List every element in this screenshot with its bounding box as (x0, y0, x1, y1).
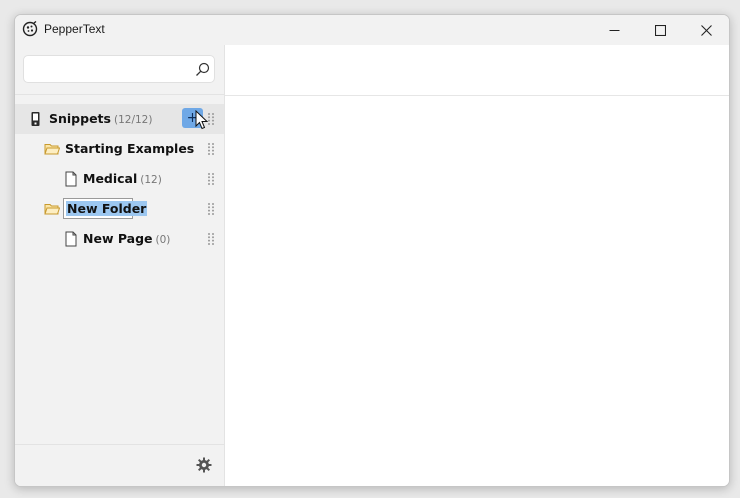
maximize-button[interactable] (637, 15, 683, 45)
tree-item-label: Medical (83, 171, 138, 186)
page-icon (65, 231, 77, 247)
search-icon[interactable] (195, 62, 210, 77)
drag-handle-icon[interactable] (207, 142, 215, 156)
tree-item-starting-examples[interactable]: Starting Examples (15, 134, 224, 164)
title-bar[interactable]: PepperText (15, 15, 729, 45)
search-box[interactable] (23, 55, 215, 83)
sidebar: Snippets (12/12) + Starting Examples Med… (15, 45, 225, 486)
tree-item-medical[interactable]: Medical (12) (15, 164, 224, 194)
mouse-cursor-icon (195, 110, 209, 130)
tree-item-label: Starting Examples (65, 141, 195, 156)
tree-item-new-page[interactable]: New Page (0) (15, 224, 224, 254)
drag-handle-icon[interactable] (207, 172, 215, 186)
page-icon (65, 171, 77, 187)
rename-input-value: New Folder (66, 201, 148, 216)
app-window: PepperText Snippets (12/12) + Starting E… (14, 14, 730, 487)
minimize-button[interactable] (591, 15, 637, 45)
app-title: PepperText (44, 22, 105, 36)
rename-input[interactable]: New Folder (63, 198, 148, 219)
close-button[interactable] (683, 15, 729, 45)
editor-header (225, 45, 729, 96)
gear-icon[interactable] (196, 457, 212, 473)
sidebar-separator (15, 94, 224, 95)
close-icon (700, 24, 712, 36)
tree-item-label: New Page (83, 231, 153, 246)
drag-handle-icon[interactable] (207, 202, 215, 216)
search-input[interactable] (30, 60, 194, 80)
tree-item-snippets[interactable]: Snippets (12/12) + (15, 104, 224, 134)
tree-item-label: Snippets (49, 111, 111, 126)
tree-item-count: (0) (155, 234, 171, 246)
tree-item-count: (12/12) (113, 114, 153, 126)
tree-item-count: (12) (140, 174, 162, 186)
editor-area[interactable] (225, 96, 729, 486)
folder-icon (44, 144, 60, 155)
minimize-icon (609, 29, 619, 31)
drag-handle-icon[interactable] (207, 232, 215, 246)
pepper-logo-icon (22, 21, 38, 37)
folder-icon (44, 204, 60, 215)
phone-icon (31, 112, 40, 126)
maximize-icon (654, 24, 666, 36)
sidebar-footer-separator (15, 444, 224, 445)
